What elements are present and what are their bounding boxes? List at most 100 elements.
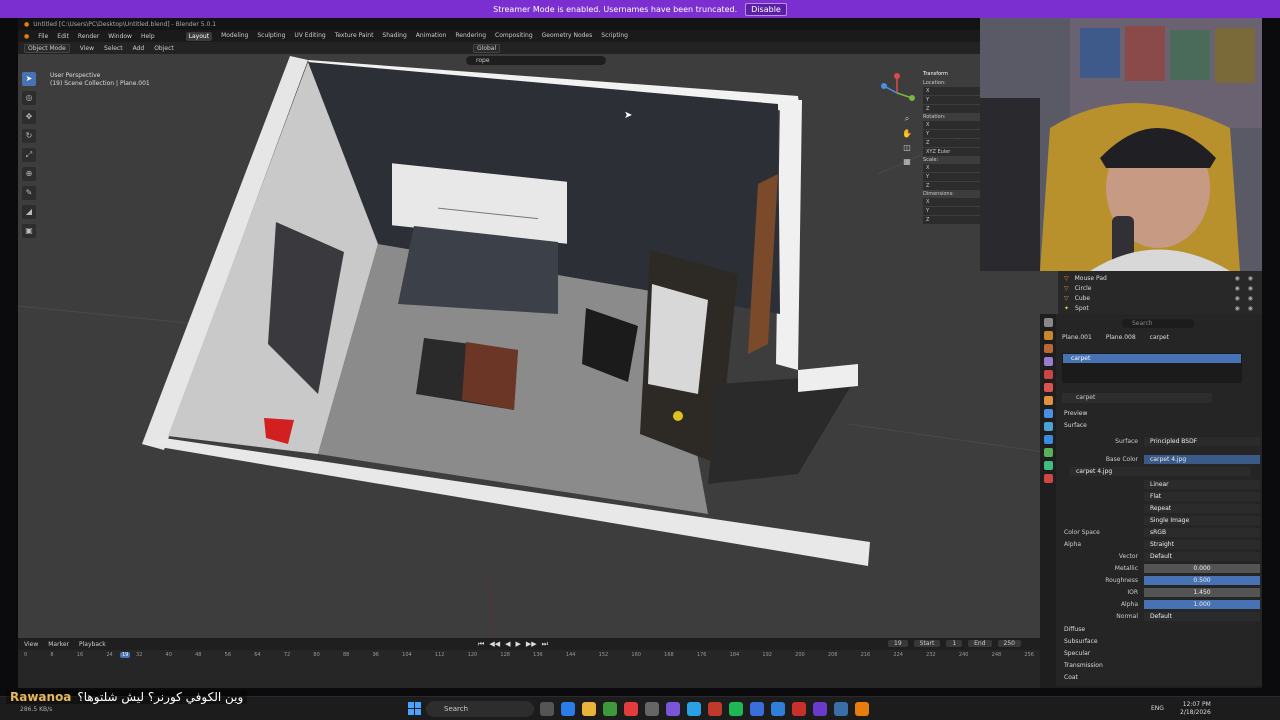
tab-compositing[interactable]: Compositing bbox=[495, 32, 533, 41]
surface-shader-field[interactable]: Principled BSDF bbox=[1144, 436, 1260, 446]
tab-modeling[interactable]: Modeling bbox=[221, 32, 248, 41]
diffuse-subpanel[interactable]: Diffuse bbox=[1064, 626, 1085, 633]
messenger-icon[interactable] bbox=[750, 702, 764, 716]
current-frame-field[interactable]: 19 bbox=[888, 640, 908, 647]
end-frame-field[interactable]: 250 bbox=[997, 640, 1021, 647]
alpha-slider[interactable]: 1.000 bbox=[1144, 599, 1260, 609]
playhead[interactable]: 19 bbox=[120, 652, 131, 658]
clock[interactable]: 12:07 PM 2/18/2026 bbox=[1180, 701, 1211, 717]
visibility-icons[interactable]: ◉ ◉ bbox=[1235, 305, 1256, 312]
transmission-subpanel[interactable]: Transmission bbox=[1064, 662, 1103, 669]
task-view-icon[interactable] bbox=[540, 702, 554, 716]
image-field[interactable]: carpet 4.jpg bbox=[1070, 466, 1250, 476]
material-tab-icon[interactable] bbox=[1043, 474, 1053, 483]
grid-icon[interactable]: ▦ bbox=[901, 157, 913, 166]
jump-end-icon[interactable]: ⏭ bbox=[542, 640, 548, 649]
specular-subpanel[interactable]: Specular bbox=[1064, 650, 1090, 657]
outliner-row[interactable]: ▽ Cube ◉ ◉ bbox=[1064, 293, 1256, 303]
alpha-mode-dropdown[interactable]: Straight bbox=[1144, 539, 1260, 549]
outliner-row[interactable]: ▽ Mouse Pad ◉ ◉ bbox=[1064, 273, 1256, 283]
terminal-icon[interactable] bbox=[834, 702, 848, 716]
menu-file[interactable]: File bbox=[38, 33, 48, 40]
subsurface-subpanel[interactable]: Subsurface bbox=[1064, 638, 1098, 645]
taskbar-search[interactable]: Search bbox=[426, 701, 534, 717]
tab-geometry-nodes[interactable]: Geometry Nodes bbox=[542, 32, 593, 41]
rotation-mode[interactable]: XYZ Euler bbox=[923, 148, 981, 156]
rotation-x[interactable]: X bbox=[923, 121, 981, 129]
visibility-icons[interactable]: ◉ ◉ bbox=[1235, 285, 1256, 292]
scale-x[interactable]: X bbox=[923, 164, 981, 172]
visibility-icons[interactable]: ◉ ◉ bbox=[1235, 275, 1256, 282]
move-tool-icon[interactable]: ✥ bbox=[22, 110, 36, 124]
disable-button[interactable]: Disable bbox=[745, 2, 787, 16]
visibility-icons[interactable]: ◉ ◉ bbox=[1235, 295, 1256, 302]
transform-tool-icon[interactable]: ⊕ bbox=[22, 167, 36, 181]
vscode-icon[interactable] bbox=[771, 702, 785, 716]
selected-material-slot[interactable]: carpet bbox=[1063, 354, 1241, 363]
tool-tab-icon[interactable] bbox=[1043, 318, 1053, 327]
material-name-field[interactable]: carpet bbox=[1062, 393, 1212, 403]
coat-subpanel[interactable]: Coat bbox=[1064, 674, 1078, 681]
tab-shading[interactable]: Shading bbox=[382, 32, 406, 41]
play-reverse-icon[interactable]: ◀ bbox=[505, 640, 510, 649]
navigation-gizmo-icon[interactable] bbox=[876, 72, 918, 114]
location-z[interactable]: Z bbox=[923, 105, 981, 113]
scale-tool-icon[interactable]: ⤢ bbox=[22, 148, 36, 162]
scale-z[interactable]: Z bbox=[923, 182, 981, 190]
menu-window[interactable]: Window bbox=[108, 33, 132, 40]
material-slots-list[interactable]: carpet bbox=[1062, 353, 1242, 383]
annotate-tool-icon[interactable]: ✎ bbox=[22, 186, 36, 200]
tab-scripting[interactable]: Scripting bbox=[601, 32, 628, 41]
location-x[interactable]: X bbox=[923, 87, 981, 95]
tab-uv-editing[interactable]: UV Editing bbox=[294, 32, 325, 41]
timeline-ruler[interactable]: 0 8 16 24 32 40 48 56 64 72 80 88 96 104 112 120 128 136 1… bbox=[24, 652, 1034, 660]
modifier-tab-icon[interactable] bbox=[1043, 409, 1053, 418]
obs-icon[interactable] bbox=[792, 702, 806, 716]
measure-tool-icon[interactable]: ◢ bbox=[22, 205, 36, 219]
header-menu-view[interactable]: View bbox=[80, 45, 94, 52]
spotify-icon[interactable] bbox=[729, 702, 743, 716]
viewport-search-field[interactable]: rope bbox=[466, 56, 606, 65]
render-tab-icon[interactable] bbox=[1043, 331, 1053, 340]
next-keyframe-icon[interactable]: ▶▶ bbox=[526, 640, 537, 649]
metallic-slider[interactable]: 0.000 bbox=[1144, 563, 1260, 573]
copilot-icon[interactable] bbox=[561, 702, 575, 716]
telegram-icon[interactable] bbox=[687, 702, 701, 716]
twitch-icon[interactable] bbox=[813, 702, 827, 716]
blender-taskbar-icon[interactable] bbox=[855, 702, 869, 716]
header-menu-add[interactable]: Add bbox=[133, 45, 145, 52]
rotation-y[interactable]: Y bbox=[923, 130, 981, 138]
timeline-menu-playback[interactable]: Playback bbox=[79, 641, 106, 648]
pan-hand-icon[interactable]: ✋ bbox=[901, 129, 913, 138]
header-menu-object[interactable]: Object bbox=[154, 45, 174, 52]
projection-dropdown[interactable]: Flat bbox=[1144, 491, 1260, 501]
language-indicator[interactable]: ENG bbox=[1151, 705, 1164, 712]
constraints-tab-icon[interactable] bbox=[1043, 448, 1053, 457]
windows-start-icon[interactable] bbox=[408, 702, 421, 715]
particles-tab-icon[interactable] bbox=[1043, 422, 1053, 431]
rotate-tool-icon[interactable]: ↻ bbox=[22, 129, 36, 143]
output-tab-icon[interactable] bbox=[1043, 344, 1053, 353]
color-space-dropdown[interactable]: sRGB bbox=[1144, 527, 1260, 537]
tab-rendering[interactable]: Rendering bbox=[455, 32, 486, 41]
interpolation-dropdown[interactable]: Linear bbox=[1144, 479, 1260, 489]
start-frame-field[interactable]: 1 bbox=[946, 640, 963, 647]
scale-y[interactable]: Y bbox=[923, 173, 981, 181]
world-tab-icon[interactable] bbox=[1043, 383, 1053, 392]
physics-tab-icon[interactable] bbox=[1043, 435, 1053, 444]
menu-render[interactable]: Render bbox=[78, 33, 99, 40]
zoom-icon[interactable]: ⌕ bbox=[901, 114, 913, 124]
discord-icon[interactable] bbox=[666, 702, 680, 716]
surface-section[interactable]: Surface bbox=[1064, 422, 1087, 429]
blender-menu-icon[interactable]: ● bbox=[24, 33, 29, 40]
base-color-field[interactable]: carpet 4.jpg bbox=[1144, 454, 1260, 464]
brave-icon[interactable] bbox=[624, 702, 638, 716]
menu-help[interactable]: Help bbox=[141, 33, 155, 40]
orientation-dropdown[interactable]: Global bbox=[473, 43, 501, 53]
header-menu-select[interactable]: Select bbox=[104, 45, 123, 52]
camera-icon[interactable]: ◫ bbox=[901, 143, 913, 152]
play-icon[interactable]: ▶ bbox=[515, 640, 520, 649]
select-tool-icon[interactable]: ➤ bbox=[22, 72, 36, 86]
file-explorer-icon[interactable] bbox=[582, 702, 596, 716]
media-app-icon[interactable] bbox=[708, 702, 722, 716]
